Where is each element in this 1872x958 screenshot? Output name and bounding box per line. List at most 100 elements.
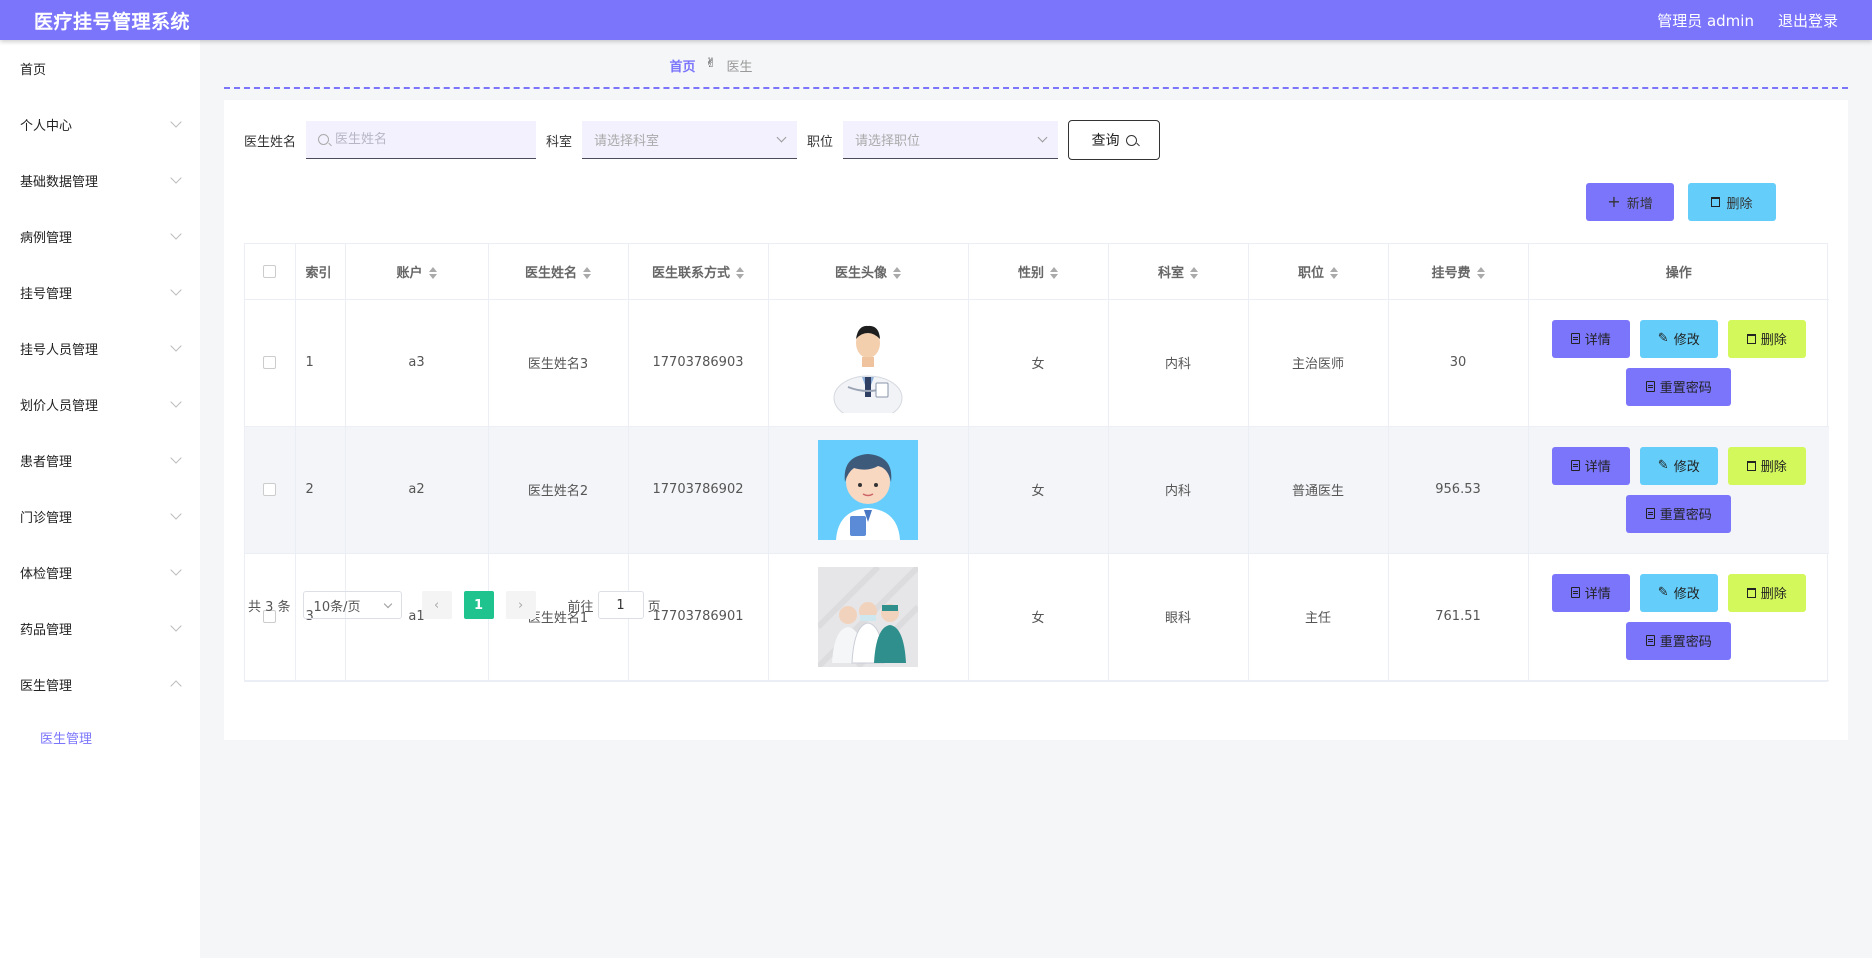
header-position[interactable]: 职位: [1248, 244, 1389, 300]
row-select[interactable]: [245, 299, 296, 427]
pen-icon: ✎: [1657, 585, 1669, 600]
sidebar-subitem-doctor-management[interactable]: 医生管理: [0, 712, 200, 762]
header-select-all[interactable]: [245, 244, 296, 300]
sort-icon[interactable]: [1476, 267, 1485, 280]
sort-icon[interactable]: [736, 267, 744, 280]
medical-team-avatar[interactable]: [818, 566, 918, 667]
position-placeholder: 请选择职位: [855, 134, 921, 149]
table-header-row: 索引 账户 医生姓名 医生联系方式 医生头像 性别 科室 职位 挂号费 操作: [245, 244, 1829, 300]
header-label: 账户: [396, 265, 423, 281]
chevron-up-icon: [170, 680, 182, 692]
edit-button[interactable]: ✎ 修改: [1639, 319, 1718, 358]
page-number-current[interactable]: 1: [463, 591, 494, 619]
delete-button[interactable]: 删除: [1727, 446, 1806, 485]
sidebar-item-personal-center[interactable]: 个人中心: [0, 96, 200, 152]
chevron-down-icon: [170, 564, 182, 576]
delete-label: 删除: [1726, 196, 1753, 212]
sidebar-item-case-management[interactable]: 病例管理: [0, 208, 200, 264]
edit-label: 修改: [1673, 333, 1700, 348]
logout-link[interactable]: 退出登录: [1778, 10, 1838, 31]
page-size-value: 10条/页: [313, 599, 361, 615]
next-page-button[interactable]: ›: [505, 591, 536, 619]
cell-doctor-name: 医生姓名2: [488, 426, 629, 554]
delete-button[interactable]: 删除: [1727, 573, 1806, 612]
position-label: 职位: [807, 134, 834, 150]
detail-button[interactable]: 详情: [1551, 573, 1630, 612]
doctor-cartoon-avatar[interactable]: [818, 439, 918, 540]
header-label: 医生姓名: [524, 265, 577, 281]
header-doctor-name[interactable]: 医生姓名: [488, 244, 629, 300]
reset-password-button[interactable]: 重置密码: [1626, 367, 1732, 406]
pen-icon: ✎: [1657, 458, 1669, 473]
sidebar-item-home[interactable]: 首页: [0, 40, 200, 96]
department-label: 科室: [546, 134, 573, 150]
checkbox[interactable]: [263, 483, 277, 496]
sidebar-item-doctor-management[interactable]: 医生管理: [0, 656, 200, 712]
checkbox[interactable]: [263, 264, 277, 278]
sidebar-item-physical-exam[interactable]: 体检管理: [0, 544, 200, 600]
sort-icon[interactable]: [1190, 267, 1198, 280]
sidebar-item-registrar-staff[interactable]: 挂号人员管理: [0, 320, 200, 376]
table-row: 2 a2 医生姓名2 17703786902 女 内科 普通医生 956.53 …: [245, 426, 1829, 554]
goto-page-input[interactable]: [597, 591, 644, 619]
doctor-photo-avatar[interactable]: [818, 312, 918, 413]
document-icon: [1570, 587, 1580, 598]
breadcrumb-home[interactable]: 首页: [670, 56, 696, 75]
page-size-select[interactable]: 10条/页: [302, 591, 402, 619]
sidebar-item-registration[interactable]: 挂号管理: [0, 264, 200, 320]
sort-icon[interactable]: [583, 267, 591, 280]
query-button[interactable]: 查询: [1068, 120, 1161, 160]
detail-button[interactable]: 详情: [1551, 319, 1630, 358]
cell-operations: 详情 ✎ 修改 删除 重置密码: [1528, 299, 1829, 427]
document-icon: [1570, 333, 1580, 344]
doctor-name-input[interactable]: [335, 132, 516, 147]
header-gender[interactable]: 性别: [968, 244, 1109, 300]
header-fee[interactable]: 挂号费: [1388, 244, 1529, 300]
sidebar-item-medicine[interactable]: 药品管理: [0, 600, 200, 656]
prev-page-button[interactable]: ‹: [421, 591, 452, 619]
reset-password-button[interactable]: 重置密码: [1626, 494, 1732, 533]
edit-label: 修改: [1673, 587, 1700, 602]
cell-gender: 女: [968, 426, 1109, 554]
sidebar-item-pricing-staff[interactable]: 划价人员管理: [0, 376, 200, 432]
delete-button[interactable]: 删除: [1727, 319, 1806, 358]
detail-button[interactable]: 详情: [1551, 446, 1630, 485]
header-account[interactable]: 账户: [345, 244, 489, 300]
reset-label: 重置密码: [1659, 381, 1712, 396]
sidebar-item-outpatient[interactable]: 门诊管理: [0, 488, 200, 544]
trash-icon: [1746, 587, 1756, 598]
add-button[interactable]: + 新增: [1586, 183, 1674, 221]
cell-position: 普通医生: [1248, 426, 1389, 554]
header-department[interactable]: 科室: [1108, 244, 1249, 300]
batch-delete-button[interactable]: 删除: [1688, 183, 1776, 221]
cell-department: 内科: [1108, 299, 1249, 427]
cell-department: 内科: [1108, 426, 1249, 554]
search-icon: [1125, 134, 1137, 146]
row-select[interactable]: [245, 426, 296, 554]
department-select[interactable]: 请选择科室: [582, 121, 798, 159]
header-phone[interactable]: 医生联系方式: [628, 244, 769, 300]
row-actions-line: 详情 ✎ 修改 删除: [1551, 319, 1806, 358]
document-icon: [1645, 381, 1655, 392]
position-select[interactable]: 请选择职位: [843, 121, 1059, 159]
sort-icon[interactable]: [1330, 267, 1338, 280]
cell-phone: 17703786903: [628, 299, 769, 427]
reset-label: 重置密码: [1659, 635, 1712, 650]
edit-button[interactable]: ✎ 修改: [1639, 573, 1718, 612]
sort-icon[interactable]: [893, 267, 901, 280]
sort-icon[interactable]: [428, 267, 437, 280]
doctor-name-field: [306, 121, 537, 159]
sidebar-item-basic-data[interactable]: 基础数据管理: [0, 152, 200, 208]
sidebar-item-label: 挂号人员管理: [20, 342, 99, 358]
sort-icon[interactable]: [1050, 267, 1058, 280]
header-avatar[interactable]: 医生头像: [768, 244, 969, 300]
goto-prefix: 前往: [567, 599, 594, 615]
checkbox[interactable]: [263, 356, 277, 369]
sidebar-item-patients[interactable]: 患者管理: [0, 432, 200, 488]
sidebar-item-label: 医生管理: [20, 678, 73, 694]
sidebar-item-label: 体检管理: [20, 566, 73, 582]
reset-password-button[interactable]: 重置密码: [1626, 621, 1732, 660]
header-label: 医生头像: [834, 265, 887, 281]
edit-button[interactable]: ✎ 修改: [1639, 446, 1718, 485]
document-icon: [1570, 460, 1580, 471]
